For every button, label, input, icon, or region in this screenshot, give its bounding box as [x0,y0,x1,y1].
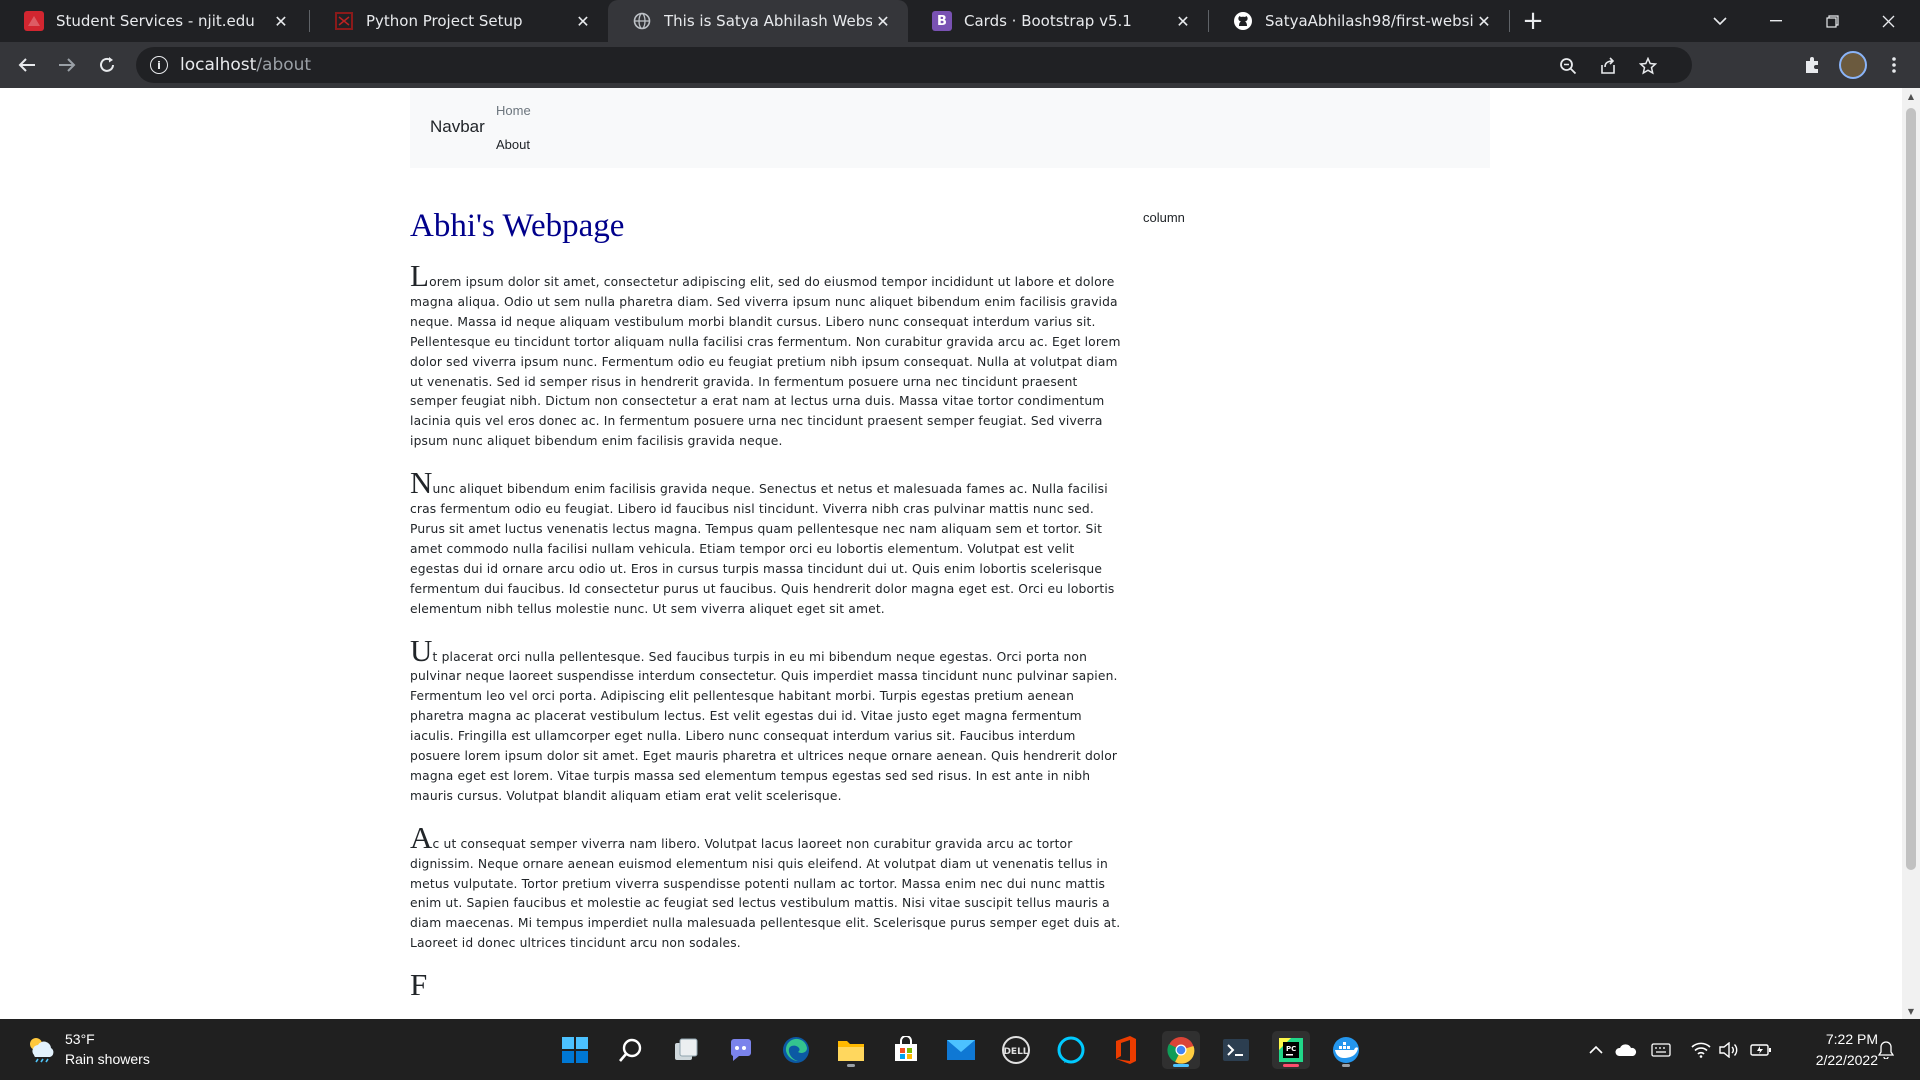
onedrive-cloud-icon[interactable] [1615,1039,1637,1061]
tab-title: This is Satya Abhilash Website [664,12,872,30]
alexa-icon[interactable] [1052,1031,1090,1069]
running-indicator [847,1064,855,1067]
minimize-button[interactable] [1748,0,1804,42]
mail-icon[interactable] [942,1031,980,1069]
paragraph: Lorem ipsum dolor sit amet, consectetur … [410,258,1121,449]
wifi-icon[interactable] [1690,1039,1712,1061]
volume-icon[interactable] [1718,1039,1740,1061]
site-info-icon[interactable]: i [150,56,168,74]
zoom-icon[interactable] [1556,54,1580,78]
tab-student-services[interactable]: Student Services - njit.edu ✕ [0,0,306,42]
restore-button[interactable] [1804,0,1860,42]
scroll-up-arrow[interactable]: ▲ [1902,88,1920,104]
pycharm-icon[interactable]: PC [1272,1031,1310,1069]
address-bar[interactable]: i localhost/about [136,47,1692,83]
windows-taskbar: 53°F Rain showers DELL PC 7:22 PM 2/22/2… [0,1019,1920,1080]
tab-github-repo[interactable]: SatyaAbhilash98/first-website at ✕ [1209,0,1509,42]
tab-search-icon[interactable] [1692,0,1748,42]
task-view-icon[interactable] [667,1031,705,1069]
main-content: Lorem ipsum dolor sit amet, consectetur … [410,258,1122,1019]
teams-chat-icon[interactable] [722,1031,760,1069]
tab-title: Python Project Setup [366,12,523,30]
windows-start-icon[interactable] [556,1031,594,1069]
clock-time[interactable]: 7:22 PM [1800,1031,1878,1047]
chevron-up-icon[interactable] [1585,1039,1607,1061]
keyboard-icon[interactable] [1650,1039,1672,1061]
extensions-icon[interactable] [1798,51,1826,79]
tab-title: Student Services - njit.edu [56,12,255,30]
clock-date[interactable]: 2/22/2022 [1780,1052,1878,1068]
tab-strip: Student Services - njit.edu ✕ Python Pro… [0,0,1920,42]
column-label: column [1143,210,1185,225]
close-tab-icon[interactable]: ✕ [270,10,292,32]
paragraph: F [410,967,428,1003]
close-tab-icon[interactable]: ✕ [1473,10,1495,32]
chrome-icon[interactable] [1162,1031,1200,1069]
profile-avatar[interactable] [1839,51,1867,79]
running-indicator [1173,1064,1189,1067]
running-indicator [1283,1064,1299,1067]
tab-bootstrap-cards[interactable]: B Cards · Bootstrap v5.1 ✕ [908,0,1208,42]
pycharm-icon [334,11,354,31]
battery-icon[interactable] [1750,1039,1772,1061]
docker-icon[interactable] [1327,1031,1365,1069]
chrome-menu-icon[interactable] [1880,51,1908,79]
github-icon [1233,11,1253,31]
office-icon[interactable] [1107,1031,1145,1069]
page-scrollbar[interactable]: ▲ ▼ [1902,88,1920,1019]
paragraph: Nunc aliquet bibendum enim facilisis gra… [410,465,1115,616]
navbar-brand[interactable]: Navbar [430,117,485,137]
bookmark-star-icon[interactable] [1636,54,1660,78]
svg-text:PC: PC [1286,1045,1296,1053]
scroll-down-arrow[interactable]: ▼ [1902,1003,1920,1019]
tab-title: SatyaAbhilash98/first-website at [1265,12,1473,30]
tab-satya-website[interactable]: This is Satya Abhilash Website ✕ [608,0,908,42]
weather-description[interactable]: Rain showers [65,1051,150,1067]
paragraph: Ac ut consequat semper viverra nam liber… [410,819,1121,951]
notifications-icon[interactable] [1875,1039,1897,1061]
paragraph: Ut placerat orci nulla pellentesque. Sed… [410,632,1118,803]
edge-icon[interactable] [777,1031,815,1069]
running-indicator [1342,1064,1350,1067]
search-icon[interactable] [612,1031,650,1069]
weather-rain-icon[interactable] [26,1035,56,1063]
page-viewport: Navbar Home About Abhi's Webpage column … [0,88,1902,1019]
nav-link-home[interactable]: Home [496,103,531,118]
globe-icon [632,11,652,31]
url-text[interactable]: localhost/about [180,55,311,75]
njit-logo-icon [24,11,44,31]
dell-icon[interactable]: DELL [997,1031,1035,1069]
microsoft-store-icon[interactable] [887,1031,925,1069]
close-tab-icon[interactable]: ✕ [1172,10,1194,32]
nav-link-about[interactable]: About [496,137,530,152]
tab-python-project-setup[interactable]: Python Project Setup ✕ [310,0,608,42]
site-navbar: Navbar Home About [410,88,1490,168]
bootstrap-icon: B [932,11,952,31]
new-tab-button[interactable]: + [1518,6,1548,36]
page-heading: Abhi's Webpage [410,208,625,244]
tab-title: Cards · Bootstrap v5.1 [964,12,1132,30]
close-tab-icon[interactable]: ✕ [872,10,894,32]
back-button[interactable] [11,49,43,81]
reload-button[interactable] [91,49,123,81]
share-icon[interactable] [1596,54,1620,78]
browser-toolbar: i localhost/about [0,42,1920,88]
weather-temperature[interactable]: 53°F [65,1031,95,1047]
close-window-button[interactable] [1860,0,1916,42]
close-tab-icon[interactable]: ✕ [572,10,594,32]
terminal-icon[interactable] [1217,1031,1255,1069]
file-explorer-icon[interactable] [832,1031,870,1069]
svg-text:DELL: DELL [1003,1047,1028,1057]
forward-button[interactable] [51,49,83,81]
scroll-thumb[interactable] [1906,108,1916,870]
